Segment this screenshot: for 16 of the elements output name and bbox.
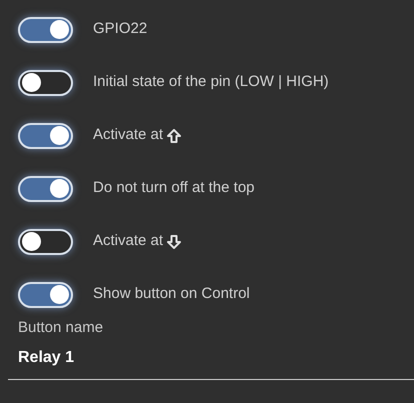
field-label: Button name [18,318,104,338]
switch-label: Activate at [93,125,164,146]
toggle-switch[interactable] [18,16,73,42]
toggle-switch[interactable] [18,282,73,308]
toggle-switch[interactable] [18,122,73,148]
toggle-switch[interactable] [18,228,73,254]
toggle-switch[interactable] [18,70,73,96]
switch-label: Do not turn off at the top [93,178,254,198]
up-arrow-icon [167,128,182,142]
down-arrow-icon [167,234,182,248]
switch-label: Activate at [93,231,164,252]
input-field[interactable]: Relay 1 [8,346,414,380]
toggle-switch[interactable] [18,176,73,202]
switch-label: GPIO22 [93,19,148,40]
switch-label: Show button on Control [93,284,250,304]
switch-label: Initial state of the pin (LOW | HIGH) [93,72,329,92]
